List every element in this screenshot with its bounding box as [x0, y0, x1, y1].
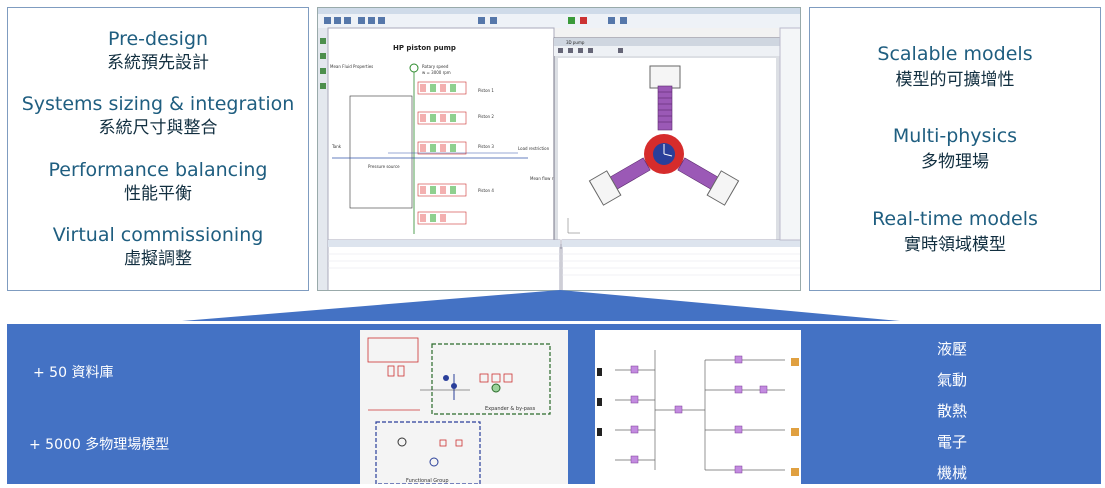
feature-pre-design: Pre-design 系統預先設計 [107, 28, 209, 74]
feature-systems-sizing: Systems sizing & integration 系統尺寸與整合 [22, 93, 295, 139]
library-count-label: + 50 資料庫 [33, 365, 114, 381]
feature-en: Systems sizing & integration [21, 93, 295, 116]
fluid-props-label: Mean Fluid Properties [330, 64, 373, 69]
window-3d-title: 3D pump [566, 40, 585, 45]
feature-zh: 虛擬調整 [124, 249, 192, 270]
domain-electrical: 電子 [936, 433, 967, 451]
feature-zh: 實時領域模型 [904, 234, 1006, 255]
functional-group-label: Functional Group [406, 478, 449, 484]
triangle-connector [182, 290, 900, 321]
piston-3-label: Piston 3 [478, 144, 494, 149]
functional-group-diagram: Expander & by-pass Functional Group [360, 330, 568, 484]
domain-thermal: 散熱 [936, 402, 967, 420]
feature-en: Performance balancing [48, 158, 268, 181]
thumbnail-network [595, 330, 801, 484]
feature-zh: 多物理場 [920, 152, 989, 172]
piston-1-label: Piston 1 [478, 88, 494, 93]
domain-pneumatics: 氣動 [936, 371, 967, 389]
feature-zh: 性能平衡 [124, 183, 192, 204]
expander-bypass-label: Expander & by-pass [485, 406, 536, 412]
network-diagram [595, 330, 801, 484]
thumbnail-functional-group: Expander & by-pass Functional Group [360, 330, 568, 484]
piston-2-label: Piston 2 [478, 114, 494, 119]
feature-en: Scalable models [877, 42, 1033, 65]
feature-virtual-commissioning: Virtual commissioning 虛擬調整 [53, 224, 264, 270]
feature-scalable-models: Scalable models 模型的可擴增性 [877, 43, 1032, 91]
right-panel: Scalable models 模型的可擴增性 Multi-physics 多物… [809, 7, 1101, 291]
feature-en: Virtual commissioning [52, 224, 264, 247]
load-restriction-label: Load restriction [518, 146, 550, 151]
software-screenshot: HP piston pump Mean Fluid Properties Rot… [317, 7, 801, 291]
feature-zh: 系統預先設計 [107, 52, 209, 73]
piston-4-label: Piston 4 [478, 188, 494, 193]
tank-label: Tank [331, 144, 342, 149]
feature-zh: 模型的可擴增性 [895, 69, 1015, 90]
library-band: + 50 資料庫 + 5000 多物理場模型 Expander & by-pas… [7, 324, 1101, 484]
screenshot-illustration: HP piston pump Mean Fluid Properties Rot… [318, 8, 800, 290]
domain-mechanical: 機械 [936, 464, 967, 482]
rpm-label: w = 3000 rpm [422, 70, 451, 75]
feature-en: Real-time models [872, 207, 1038, 230]
left-panel: Pre-design 系統預先設計 Systems sizing & integ… [7, 7, 309, 291]
model-count-label: + 5000 多物理場模型 [29, 437, 170, 453]
rotary-speed-label: Rotary speed [422, 64, 449, 69]
feature-en: Pre-design [107, 27, 209, 50]
feature-performance-balancing: Performance balancing 性能平衡 [49, 159, 268, 205]
diagram-title: HP piston pump [393, 44, 456, 52]
feature-real-time-models: Real-time models 實時領域模型 [872, 208, 1038, 256]
domain-hydraulics: 液壓 [936, 340, 967, 358]
pressure-source-label: Pressure source [368, 164, 400, 169]
feature-zh: 系統尺寸與整合 [98, 118, 218, 139]
feature-multi-physics: Multi-physics 多物理場 [893, 125, 1017, 173]
feature-en: Multi-physics [892, 125, 1018, 147]
